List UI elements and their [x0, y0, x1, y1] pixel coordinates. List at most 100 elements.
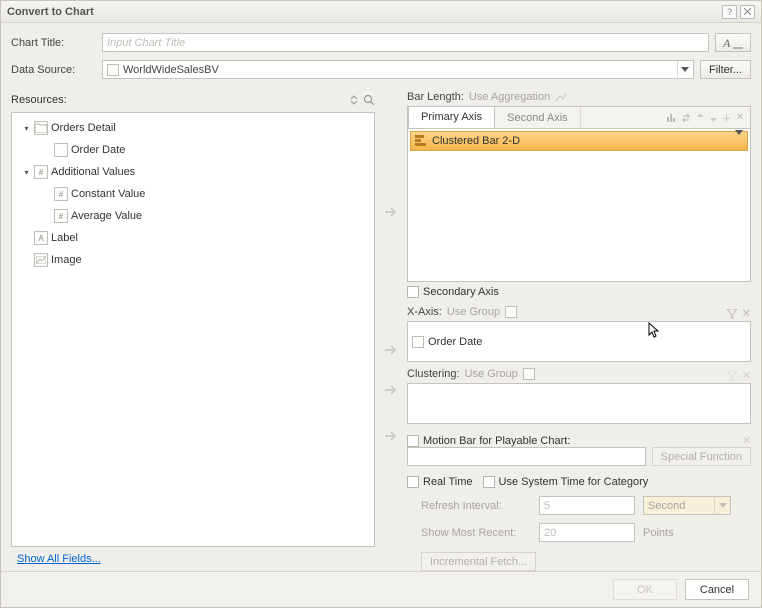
config-pane: Bar Length: Use Aggregation Primary Axis… — [407, 91, 751, 571]
system-time-checkbox[interactable] — [483, 476, 495, 488]
motion-input[interactable] — [407, 447, 646, 466]
move-up-icon[interactable] — [696, 112, 705, 123]
sort-icon[interactable] — [349, 95, 359, 105]
tree-item-label: Average Value — [71, 210, 142, 222]
bar-length-label: Bar Length: — [407, 91, 464, 103]
filter-icon[interactable] — [727, 309, 737, 319]
dialog-window: Convert to Chart ? Chart Title: A Data S… — [0, 0, 762, 608]
group-icon — [523, 368, 535, 380]
series-type-dropdown[interactable]: Clustered Bar 2-D — [410, 131, 748, 151]
filter-button[interactable]: Filter... — [700, 60, 751, 79]
axis-tabframe: Primary Axis Second Axis ＋ ✕ — [407, 106, 751, 282]
tree-item[interactable]: #Average Value — [12, 205, 374, 227]
help-icon[interactable]: ? — [722, 5, 737, 19]
chart-title-input[interactable] — [102, 33, 709, 52]
tree-item-label: Orders Detail — [51, 122, 116, 134]
data-source-combo[interactable]: WorldWideSalesBV — [102, 60, 694, 79]
chevron-down-icon[interactable] — [714, 497, 730, 514]
data-source-value: WorldWideSalesBV — [123, 64, 219, 76]
chevron-down-icon[interactable] — [735, 135, 743, 147]
add-series-arrow-icon[interactable] — [383, 205, 399, 219]
group-icon — [505, 306, 517, 318]
add-motion-arrow-icon[interactable] — [383, 429, 399, 443]
resources-pane: Resources: ▾Orders DetailOrder Date▾#Add… — [11, 91, 375, 571]
expander-icon[interactable]: ▾ — [22, 124, 31, 133]
window-title: Convert to Chart — [7, 6, 719, 18]
xaxis-input[interactable]: Order Date — [407, 321, 751, 362]
refresh-interval-label: Refresh Interval: — [421, 500, 531, 512]
clustering-input[interactable] — [407, 383, 751, 424]
realtime-row: Real Time Use System Time for Category — [407, 476, 751, 488]
add-icon[interactable]: ＋ — [722, 110, 732, 125]
chart-type-icon[interactable] — [666, 112, 677, 123]
show-recent-input[interactable] — [539, 523, 635, 542]
motion-checkbox[interactable] — [407, 435, 419, 447]
datasource-icon — [107, 64, 119, 76]
system-time-label: Use System Time for Category — [499, 476, 649, 488]
tree-item[interactable]: ▾ Orders Detail — [12, 117, 374, 139]
bar-length-section: Bar Length: Use Aggregation — [407, 91, 751, 103]
xaxis-hint: Use Group — [447, 306, 500, 318]
realtime-checkbox[interactable] — [407, 476, 419, 488]
transfer-gutter — [375, 91, 407, 571]
clear-icon[interactable]: ✕ — [742, 434, 751, 447]
realtime-label: Real Time — [423, 476, 473, 488]
tab-second-axis[interactable]: Second Axis — [495, 107, 581, 128]
filter-icon[interactable] — [727, 371, 737, 381]
bar-chart-icon — [415, 135, 427, 147]
clear-icon[interactable]: ✕ — [742, 369, 751, 382]
tree-item[interactable]: ALabel — [12, 227, 374, 249]
series-toolbar: ＋ ✕ — [666, 107, 750, 128]
tree-item-label: Additional Values — [51, 166, 135, 178]
hash-icon: # — [54, 209, 68, 223]
chevron-down-icon[interactable] — [677, 61, 693, 78]
hash-icon: # — [54, 187, 68, 201]
close-icon[interactable] — [740, 5, 755, 19]
search-icon[interactable] — [363, 94, 375, 106]
tree-item[interactable]: Order Date — [12, 139, 374, 161]
clear-icon[interactable]: ✕ — [742, 307, 751, 320]
tree-item[interactable]: Image — [12, 249, 374, 271]
tree-item[interactable]: #Constant Value — [12, 183, 374, 205]
expander-icon[interactable]: ▾ — [22, 168, 31, 177]
clustering-label: Clustering: — [407, 368, 460, 380]
tree-item-label: Order Date — [71, 144, 125, 156]
clustering-header: Clustering: Use Group ✕ — [407, 368, 751, 383]
data-source-label: Data Source: — [11, 64, 96, 76]
img-icon — [34, 253, 48, 267]
dialog-body: Chart Title: A Data Source: WorldWideSal… — [1, 23, 761, 571]
chart-title-row: Chart Title: A — [11, 33, 751, 52]
secondary-axis-checkbox[interactable] — [407, 286, 419, 298]
add-xaxis-arrow-icon[interactable] — [383, 343, 399, 357]
font-button[interactable]: A — [715, 33, 751, 52]
axis-tabs: Primary Axis Second Axis ＋ ✕ — [408, 107, 750, 129]
cursor-icon — [648, 322, 662, 342]
secondary-axis-label: Secondary Axis — [423, 286, 499, 298]
main-split: Resources: ▾Orders DetailOrder Date▾#Add… — [11, 91, 751, 571]
move-down-icon[interactable] — [709, 112, 718, 123]
series-list[interactable] — [408, 153, 750, 281]
refresh-interval-input[interactable] — [539, 496, 635, 515]
remove-icon[interactable]: ✕ — [736, 112, 744, 123]
svg-text:A: A — [723, 37, 731, 49]
aggregation-icon — [555, 92, 567, 102]
cancel-button[interactable]: Cancel — [685, 579, 749, 600]
tab-primary-axis[interactable]: Primary Axis — [408, 106, 495, 128]
swap-icon[interactable] — [681, 112, 692, 123]
resources-label: Resources: — [11, 94, 349, 106]
ok-button: OK — [613, 579, 677, 600]
resources-tree[interactable]: ▾Orders DetailOrder Date▾#Additional Val… — [11, 112, 375, 547]
series-type-value: Clustered Bar 2-D — [432, 135, 520, 147]
show-recent-label: Show Most Recent: — [421, 527, 531, 539]
refresh-unit-combo[interactable]: Second — [643, 496, 731, 515]
motion-row: Motion Bar for Playable Chart: ✕ — [407, 434, 751, 447]
incremental-fetch-button: Incremental Fetch... — [421, 552, 536, 571]
field-icon — [412, 336, 424, 348]
xaxis-label: X-Axis: — [407, 306, 442, 318]
tree-item[interactable]: ▾#Additional Values — [12, 161, 374, 183]
show-all-fields-link[interactable]: Show All Fields... — [11, 553, 101, 565]
chart-title-label: Chart Title: — [11, 37, 96, 49]
recent-unit-label: Points — [643, 527, 674, 539]
add-clustering-arrow-icon[interactable] — [383, 383, 399, 397]
bar-length-hint: Use Aggregation — [469, 91, 550, 103]
